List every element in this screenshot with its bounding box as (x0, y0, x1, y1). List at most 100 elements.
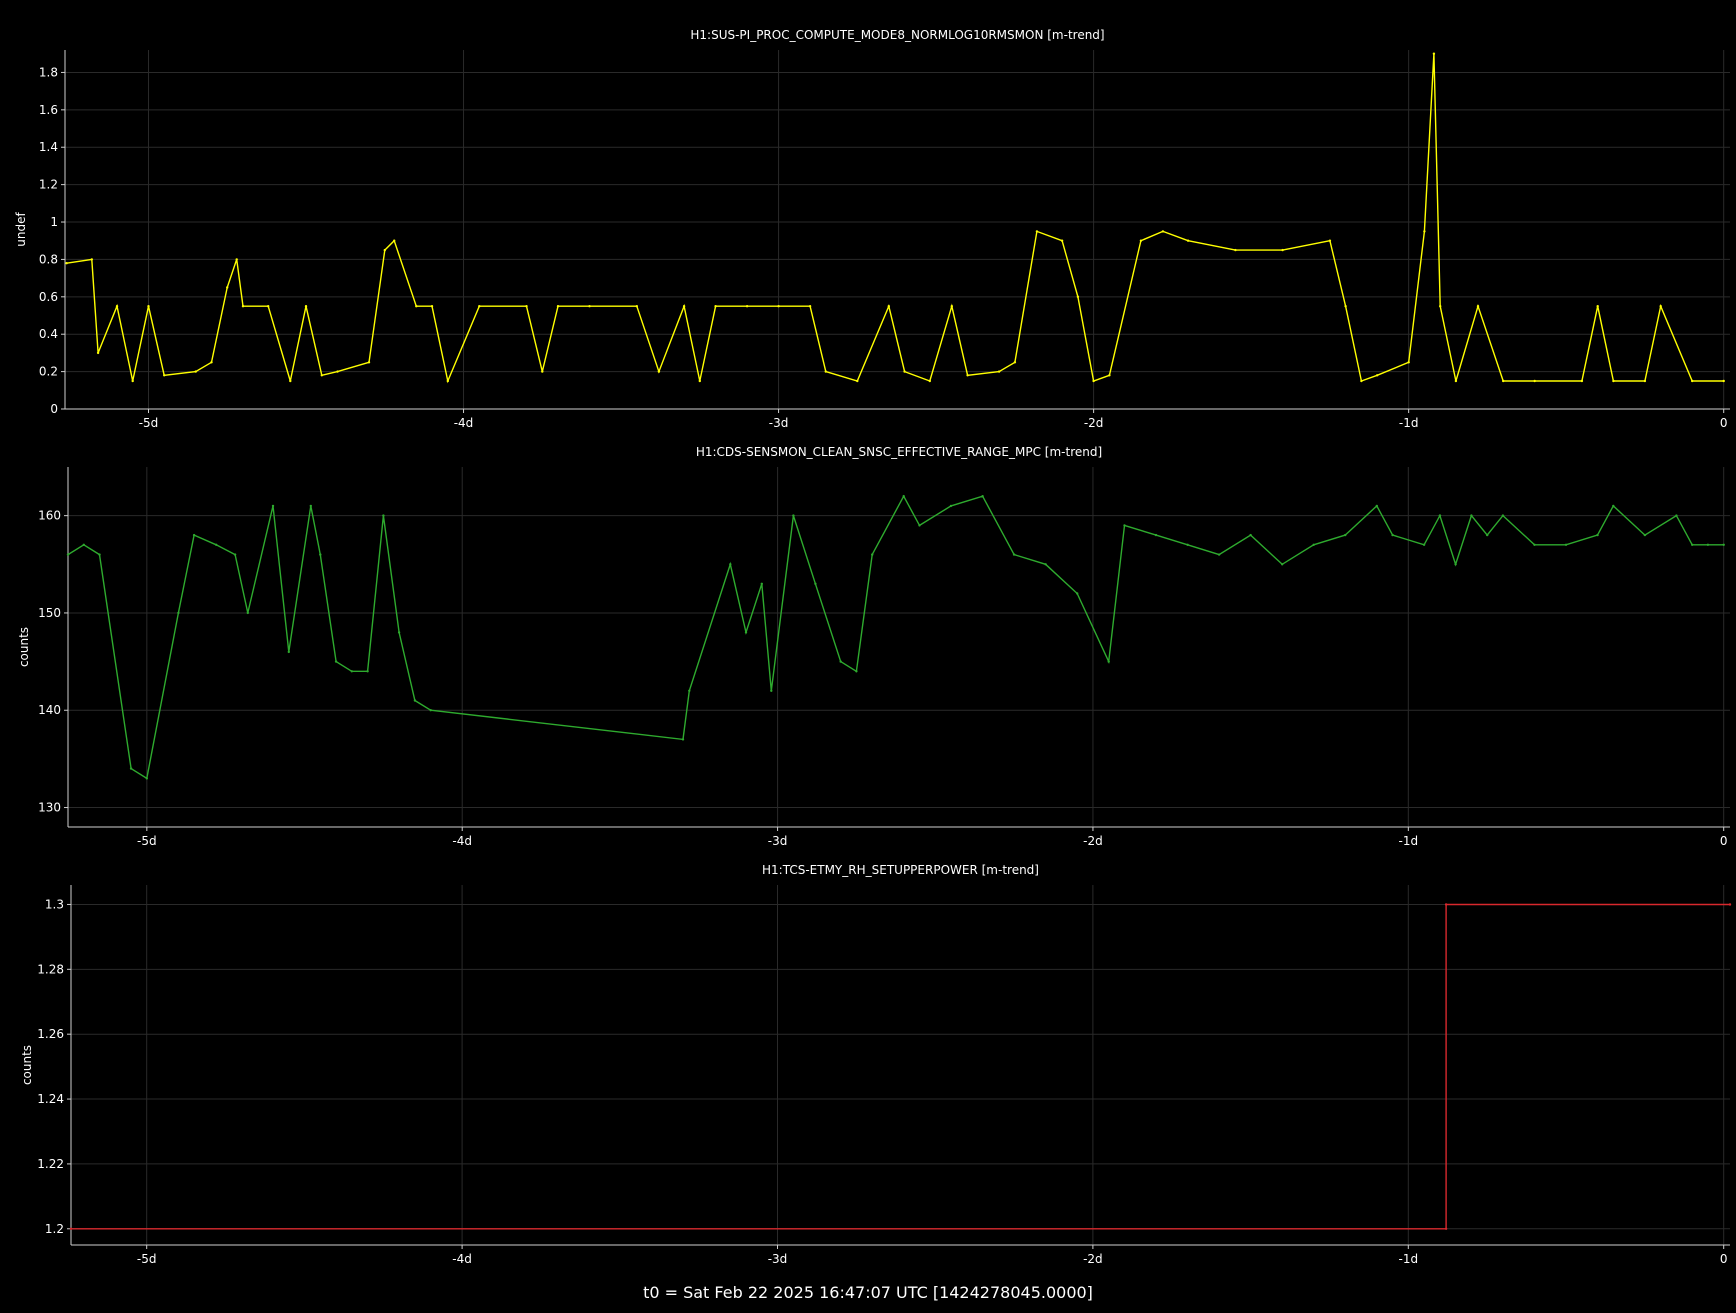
panel-1-point-13 (289, 379, 292, 383)
chart-canvas: -5d -4d -3d -2d -1d 0 0 0.2 0.4 0.6 0.8 1 1.2 1.4 1.6 1… (14, 28, 1732, 1266)
panel-2-series-0-line (67, 494, 1724, 780)
panel-1-point-66 (1533, 379, 1536, 383)
panel-1-point-16 (336, 370, 339, 373)
panel-1-y-tick-3: 0.6 (39, 290, 58, 304)
panel-1-point-18 (383, 248, 386, 252)
panel-2-point-15 (350, 670, 353, 673)
panel-1-point-0 (65, 262, 68, 265)
panel-2-point-9 (246, 611, 249, 615)
panel-1-x-tick-1: -4d (454, 416, 474, 430)
panel-2-point-7 (215, 543, 218, 546)
panel-2-point-1 (82, 543, 86, 546)
panel-2-point-55 (1501, 514, 1505, 517)
panel-3-x-tick-0: -5d (137, 1252, 157, 1266)
panel-2-point-12 (309, 504, 312, 508)
panel-1-y-tick-7: 1.4 (39, 140, 58, 154)
panel-3-point-0 (69, 1227, 73, 1231)
panel-1-point-4 (131, 379, 134, 383)
panel-2-point-51 (1438, 514, 1442, 517)
panel-2-point-61 (1675, 514, 1678, 517)
panel-1-point-32 (714, 305, 717, 308)
panel-1-point-6 (163, 374, 166, 377)
panel-1-point-44 (1013, 361, 1017, 364)
panel-1-point-9 (226, 286, 229, 289)
panel-2-point-11 (287, 650, 290, 654)
panel-3-y-tick-1: 1.22 (37, 1157, 64, 1171)
panel-1-y-tick-8: 1.6 (39, 103, 58, 117)
panel-1-point-72 (1691, 379, 1694, 383)
panel-1-point-52 (1186, 239, 1190, 242)
panel-1-point-48 (1092, 379, 1095, 383)
panel-2-point-17 (382, 514, 385, 517)
panel-1-point-54 (1281, 248, 1284, 252)
panel-1-point-53 (1234, 248, 1237, 252)
panel-1-point-10 (235, 258, 238, 261)
panel-2-point-4 (145, 777, 148, 780)
panel-2-x-tick-1: -4d (452, 834, 472, 848)
panel-2-point-34 (949, 504, 953, 508)
panel-3-x-tick-2: -3d (768, 1252, 788, 1266)
panel-1-point-29 (657, 370, 661, 373)
panel-1-point-17 (367, 361, 371, 364)
panel-2-point-37 (1044, 563, 1047, 566)
panel-2-point-53 (1470, 514, 1473, 517)
panel-1-y-tick-9: 1.8 (39, 65, 58, 79)
panel-1-point-5 (147, 305, 150, 308)
panel-1-y-tick-5: 1 (50, 215, 58, 229)
panel-1-y-label: undef (14, 212, 28, 247)
panel-1-point-57 (1360, 379, 1363, 383)
panel-1-x-tick-4: -1d (1399, 416, 1419, 430)
panel-2-point-45 (1281, 563, 1284, 566)
panel-2-point-48 (1375, 504, 1379, 508)
panel-3-title: H1:TCS-ETMY_RH_SETUPPERPOWER [m-trend] (762, 863, 1039, 877)
panel-2-point-29 (839, 660, 842, 663)
panel-2-point-0 (66, 553, 70, 556)
panel-2-point-5 (177, 611, 180, 615)
panel-2-point-22 (688, 689, 691, 692)
panel-1-point-2 (96, 351, 100, 355)
panel-3-point-1 (1444, 1227, 1448, 1231)
panel-3-series-0-line (71, 903, 1730, 1230)
panel-1-point-43 (997, 370, 1001, 373)
panel-1-point-62 (1439, 305, 1442, 308)
panel-1-point-22 (446, 379, 449, 383)
panel-1-point-12 (267, 305, 270, 308)
panel-2-point-16 (366, 670, 369, 673)
panel-2-point-18 (397, 631, 401, 634)
panel-1-point-14 (304, 305, 308, 308)
panel-1-point-63 (1454, 379, 1458, 383)
panel-1-point-73 (1722, 379, 1725, 383)
panel-2-point-13 (319, 553, 322, 556)
panel-1-x-tick-0: -5d (139, 416, 159, 430)
panel-2-title: H1:CDS-SENSMON_CLEAN_SNSC_EFFECTIVE_RANG… (696, 445, 1102, 459)
panel-2-point-30 (855, 670, 858, 673)
panel-1-point-68 (1596, 305, 1599, 308)
panel-1-point-30 (682, 305, 686, 308)
panel-1-point-1 (90, 258, 94, 261)
panel-2-point-56 (1533, 543, 1536, 546)
panel-2-x-tick-0: -5d (137, 834, 157, 848)
panel-2-point-42 (1186, 543, 1189, 546)
panel-1-point-46 (1060, 239, 1064, 242)
panel-1-point-51 (1161, 230, 1165, 233)
panel-1-y-tick-0: 0 (50, 402, 58, 416)
panel-2-point-10 (271, 504, 275, 508)
t0-footer: t0 = Sat Feb 22 2025 16:47:07 UTC [14242… (643, 1283, 1093, 1302)
panel-1-point-65 (1502, 379, 1505, 383)
panel-2-y-label: counts (17, 627, 31, 667)
panel-1-y-tick-6: 1.2 (39, 178, 58, 192)
panel-2-point-14 (334, 660, 338, 663)
panel-2-point-23 (729, 563, 732, 566)
panel-2-point-26 (770, 689, 773, 692)
panel-1-point-41 (950, 305, 953, 308)
panel-2-x-tick-3: -2d (1083, 834, 1103, 848)
panel-2-point-25 (760, 582, 763, 585)
panel-2-point-44 (1249, 533, 1252, 537)
panel-3-y-tick-5: 1.3 (45, 897, 64, 911)
panel-2-point-21 (681, 738, 685, 741)
panel-2-point-20 (429, 709, 432, 712)
panel-1-series-0-line (66, 53, 1724, 384)
panel-1-x-tick-5: 0 (1720, 416, 1728, 430)
panel-1-point-64 (1476, 305, 1480, 308)
panel-2-point-33 (918, 524, 921, 527)
